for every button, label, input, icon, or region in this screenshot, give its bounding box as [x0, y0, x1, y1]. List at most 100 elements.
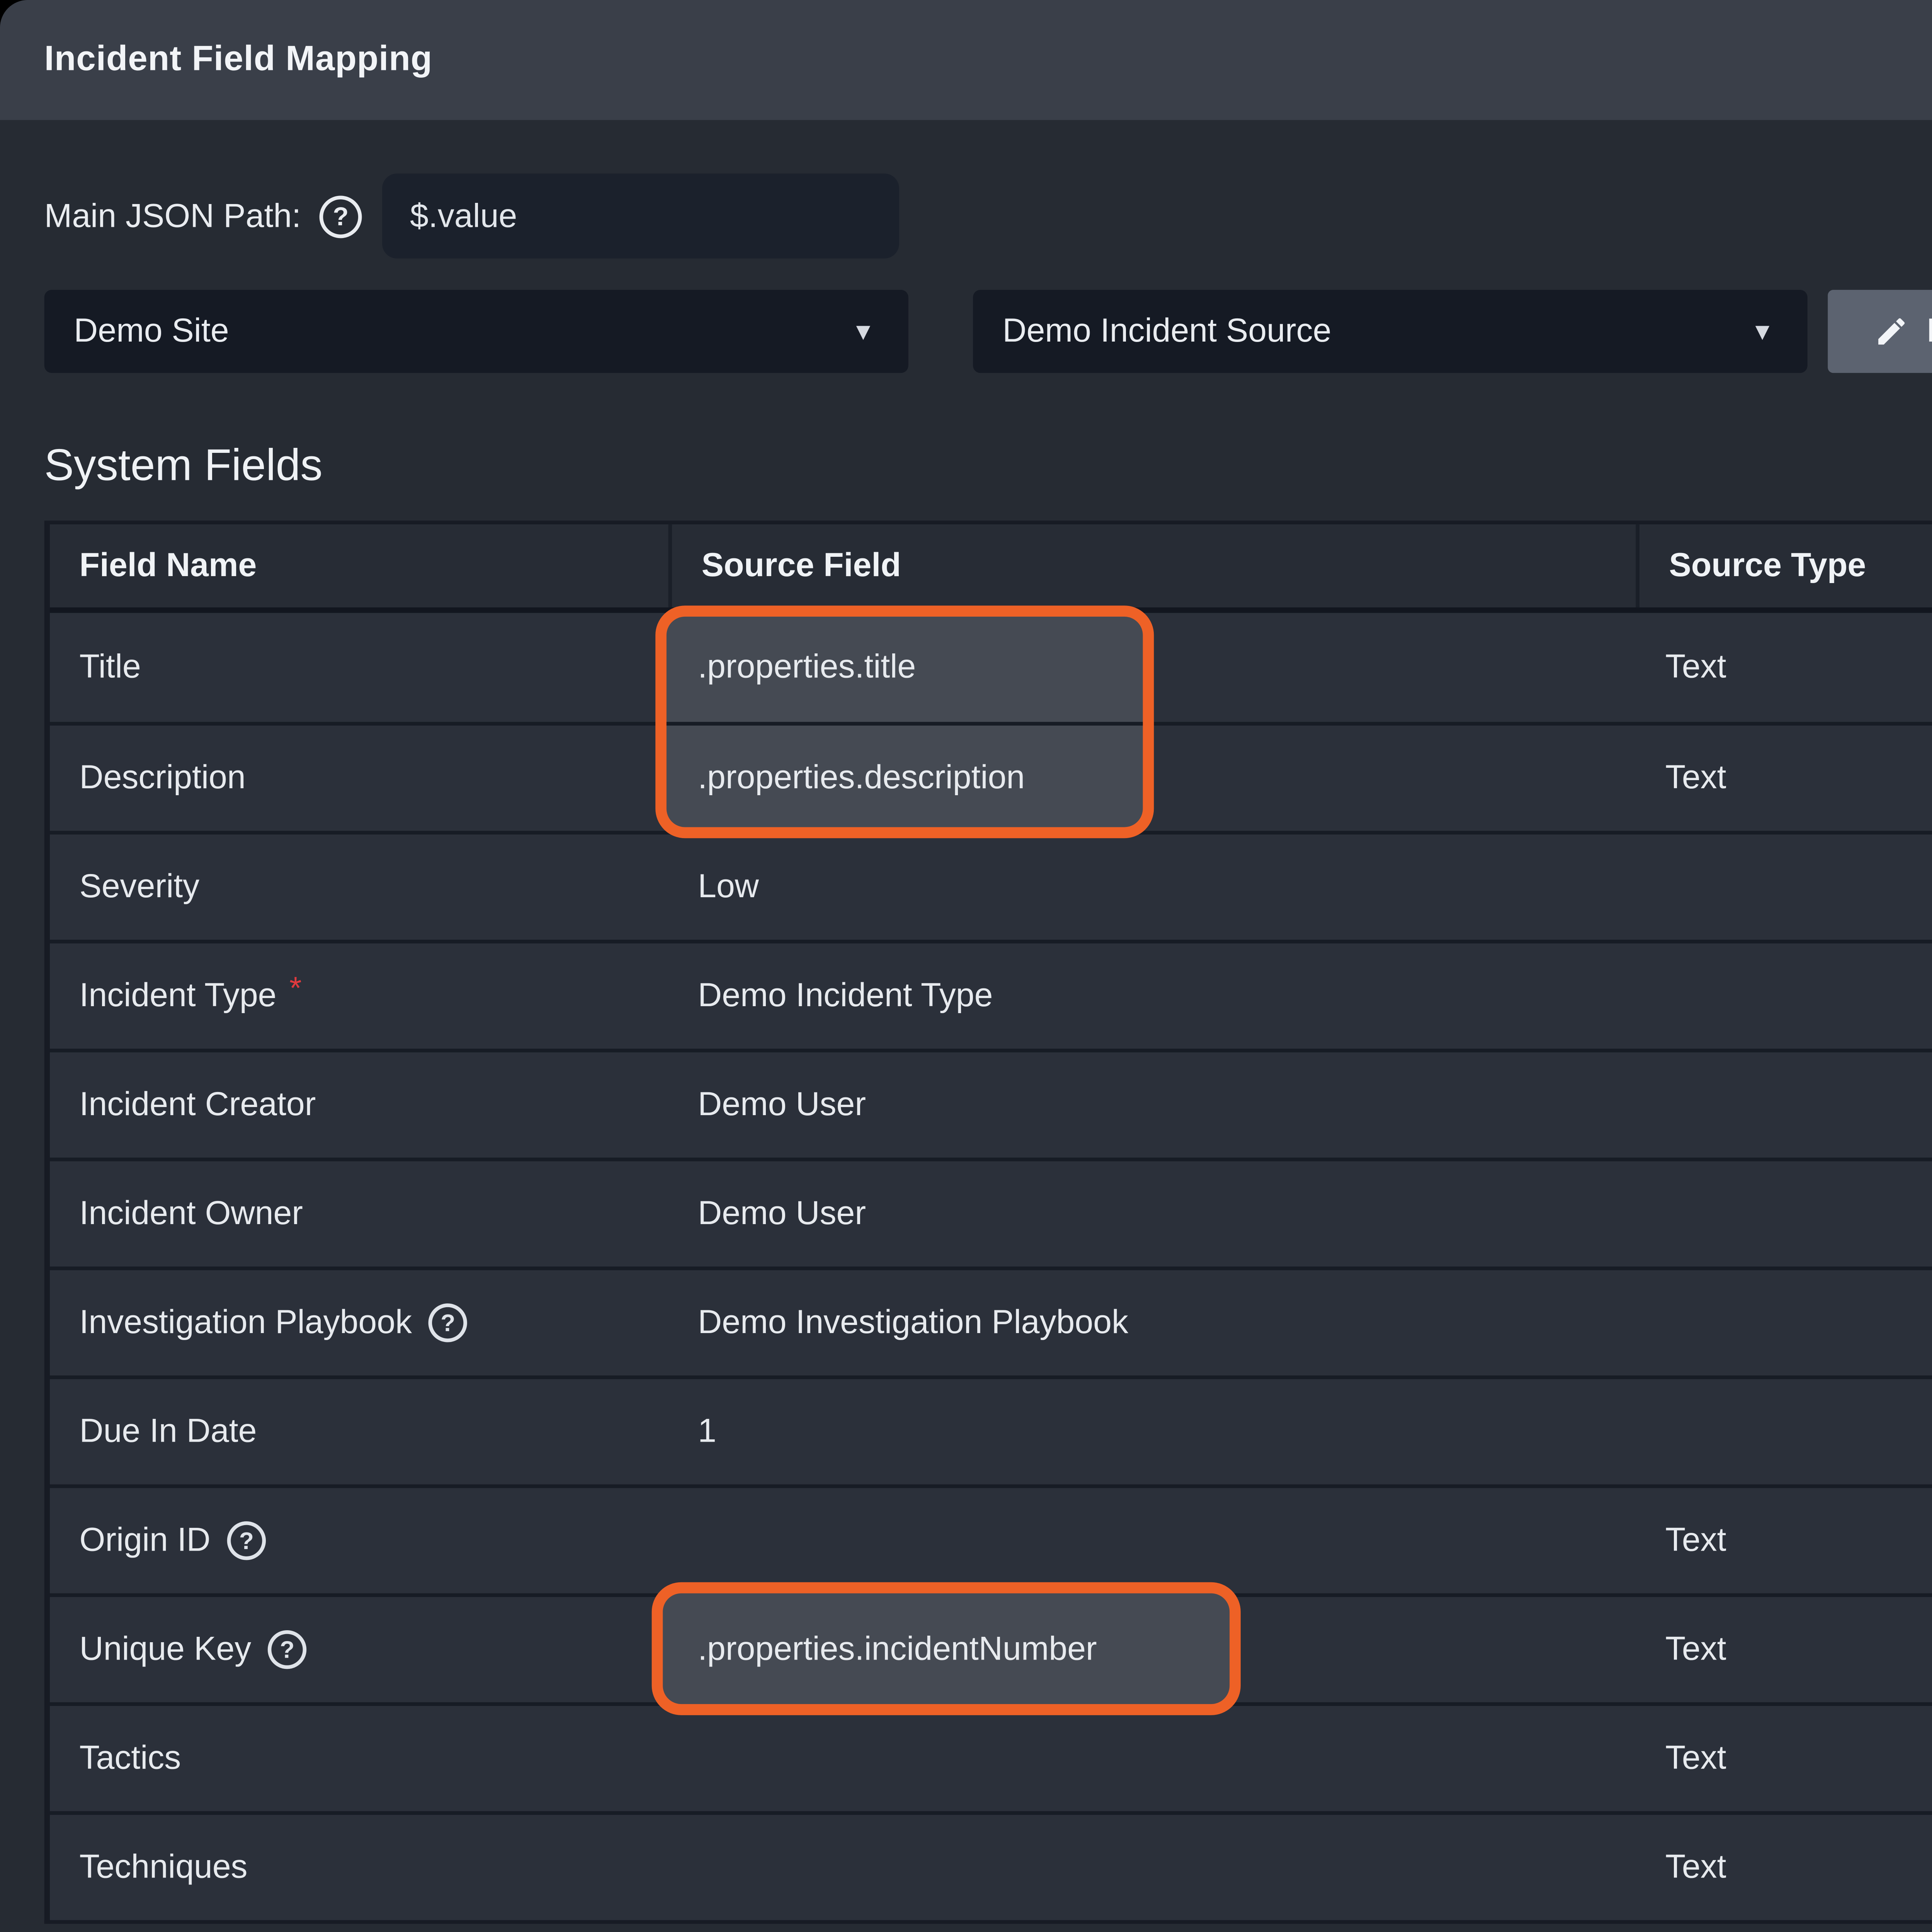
- source-type-text: Text: [1665, 648, 1726, 687]
- incident-source-dropdown[interactable]: Demo Incident Source ▼: [973, 290, 1808, 373]
- source-type-cell[interactable]: Text: [1636, 1488, 1932, 1593]
- field-name-cell: Investigation Playbook ?: [50, 1270, 668, 1375]
- field-name-cell: Tactics: [50, 1706, 668, 1811]
- table-header-row: Field Name Source Field Source Type Rege…: [50, 520, 1932, 613]
- table-row: Incident Creator Demo User: [50, 1049, 1932, 1158]
- field-name-cell: Techniques: [50, 1815, 668, 1920]
- table-row: Investigation Playbook ? Demo Investigat…: [50, 1267, 1932, 1376]
- field-name-cell: Unique Key ?: [50, 1597, 668, 1702]
- source-field-text: .properties.incidentNumber: [698, 1630, 1097, 1669]
- field-name-text: Tactics: [79, 1739, 181, 1778]
- source-type-cell[interactable]: Text: [1636, 726, 1932, 831]
- table-row: Description .properties.description Text: [50, 722, 1932, 831]
- source-field-text: Demo User: [698, 1085, 866, 1124]
- field-name-text: Incident Type: [79, 977, 276, 1015]
- source-type-text: Text: [1665, 1630, 1726, 1669]
- source-type-cell[interactable]: [1636, 1161, 1932, 1266]
- dialog-content: Main JSON Path: ? Demo Site ▼ Demo Incid…: [0, 120, 1932, 1924]
- source-field-cell[interactable]: [668, 1815, 1636, 1920]
- source-type-cell[interactable]: [1636, 835, 1932, 940]
- source-field-cell[interactable]: .properties.description: [668, 726, 1636, 831]
- table-row: Unique Key ? .properties.incidentNumber …: [50, 1593, 1932, 1702]
- dialog-title-bar: Incident Field Mapping ×: [0, 0, 1932, 120]
- edit-source-button[interactable]: Edit Source: [1828, 290, 1932, 373]
- source-type-text: Text: [1665, 1739, 1726, 1778]
- source-field-text: 1: [698, 1412, 716, 1451]
- field-name-text: Incident Owner: [79, 1194, 303, 1233]
- edit-source-label: Edit Source: [1927, 312, 1932, 350]
- field-name-text: Due In Date: [79, 1412, 257, 1451]
- column-header-source-field: Source Field: [668, 524, 1636, 607]
- site-dropdown-value: Demo Site: [74, 312, 229, 350]
- source-field-cell[interactable]: [668, 1706, 1636, 1811]
- help-icon[interactable]: ?: [429, 1303, 467, 1342]
- table-row: Origin ID ? Text: [50, 1485, 1932, 1594]
- help-icon[interactable]: ?: [227, 1521, 266, 1560]
- field-name-cell: Severity: [50, 835, 668, 940]
- main-json-path-input[interactable]: [382, 173, 899, 259]
- table-row: Tactics Text: [50, 1702, 1932, 1811]
- site-dropdown[interactable]: Demo Site ▼: [44, 290, 908, 373]
- source-field-cell[interactable]: [668, 1488, 1636, 1593]
- help-icon[interactable]: ?: [320, 195, 362, 237]
- table-row: Incident Owner Demo User: [50, 1158, 1932, 1267]
- source-field-cell[interactable]: Demo User: [668, 1161, 1636, 1266]
- source-field-cell[interactable]: Demo Incident Type: [668, 944, 1636, 1049]
- source-type-cell[interactable]: Text: [1636, 613, 1932, 722]
- source-field-text: Demo User: [698, 1194, 866, 1233]
- source-field-cell[interactable]: .properties.title: [668, 613, 1636, 722]
- field-name-text: Severity: [79, 868, 199, 906]
- source-type-cell[interactable]: Text: [1636, 1815, 1932, 1920]
- source-field-cell[interactable]: Low: [668, 835, 1636, 940]
- field-name-text: Unique Key: [79, 1630, 251, 1669]
- source-type-cell[interactable]: [1636, 944, 1932, 1049]
- table-row: Severity Low: [50, 831, 1932, 940]
- source-field-text: Low: [698, 868, 759, 906]
- table-row: Incident Type * Demo Incident Type: [50, 940, 1932, 1049]
- column-header-field-name: Field Name: [50, 524, 668, 607]
- source-type-cell[interactable]: [1636, 1379, 1932, 1484]
- field-name-cell: Title: [50, 613, 668, 722]
- field-name-text: Description: [79, 759, 245, 798]
- source-type-text: Text: [1665, 1521, 1726, 1560]
- field-name-cell: Description: [50, 726, 668, 831]
- help-icon[interactable]: ?: [268, 1630, 306, 1669]
- field-name-text: Techniques: [79, 1848, 247, 1887]
- field-name-cell: Incident Creator: [50, 1052, 668, 1157]
- source-field-cell[interactable]: Demo User: [668, 1052, 1636, 1157]
- dialog-title: Incident Field Mapping: [44, 40, 433, 80]
- main-json-path-row: Main JSON Path: ?: [44, 173, 1932, 259]
- chevron-down-icon: ▼: [1750, 318, 1774, 345]
- source-type-cell[interactable]: [1636, 1052, 1932, 1157]
- source-field-cell[interactable]: 1: [668, 1379, 1636, 1484]
- field-name-text: Title: [79, 648, 141, 687]
- source-field-text: .properties.description: [698, 759, 1025, 798]
- field-name-cell: Incident Owner: [50, 1161, 668, 1266]
- source-field-cell[interactable]: .properties.incidentNumber: [668, 1597, 1636, 1702]
- field-name-cell: Incident Type *: [50, 944, 668, 1049]
- table-row: Title .properties.title Text: [50, 613, 1932, 722]
- source-field-text: .properties.title: [698, 648, 916, 687]
- source-type-cell[interactable]: Text: [1636, 1597, 1932, 1702]
- source-field-cell[interactable]: Demo Investigation Playbook: [668, 1270, 1636, 1375]
- source-type-text: Text: [1665, 759, 1726, 798]
- pencil-icon: [1875, 314, 1910, 349]
- source-type-cell[interactable]: [1636, 1270, 1932, 1375]
- incident-source-dropdown-value: Demo Incident Source: [1002, 312, 1331, 350]
- section-title: System Fields: [44, 441, 1932, 493]
- incident-field-mapping-dialog: Incident Field Mapping × Main JSON Path:…: [0, 0, 1932, 1932]
- system-fields-table: Field Name Source Field Source Type Rege…: [44, 520, 1932, 1923]
- table-row: Due In Date 1: [50, 1376, 1932, 1485]
- source-field-text: Demo Investigation Playbook: [698, 1303, 1128, 1342]
- main-json-path-label: Main JSON Path:: [44, 197, 301, 235]
- field-name-cell: Origin ID ?: [50, 1488, 668, 1593]
- required-marker: *: [289, 970, 302, 1007]
- screen: Incident Field Mapping × Main JSON Path:…: [0, 0, 1932, 1932]
- source-type-cell[interactable]: Text: [1636, 1706, 1932, 1811]
- source-selection-bar: Demo Site ▼ Demo Incident Source ▼ Edit …: [44, 290, 1932, 373]
- field-name-cell: Due In Date: [50, 1379, 668, 1484]
- field-name-text: Origin ID: [79, 1521, 210, 1560]
- table-body: Title .properties.title Text: [50, 613, 1932, 1920]
- source-field-text: Demo Incident Type: [698, 977, 993, 1015]
- field-name-text: Incident Creator: [79, 1085, 316, 1124]
